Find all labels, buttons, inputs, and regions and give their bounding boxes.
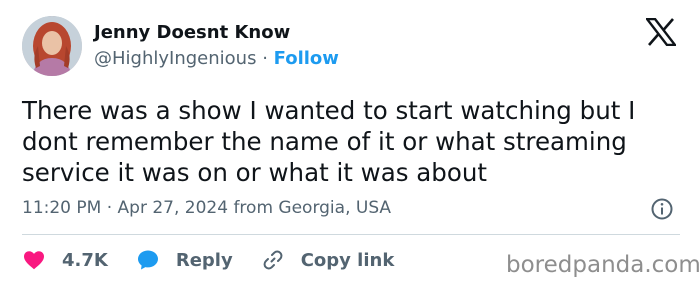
divider <box>22 234 680 235</box>
avatar-image <box>22 16 82 76</box>
avatar[interactable] <box>22 16 82 76</box>
x-logo-icon[interactable] <box>646 18 676 46</box>
action-bar: 4.7K Reply Copy link <box>22 248 422 272</box>
tweet-timestamp[interactable]: 11:20 PM · Apr 27, 2024 from Georgia, US… <box>22 198 391 218</box>
author-handle-row: @HighlyIngenious · Follow <box>94 48 339 69</box>
author-display-name[interactable]: Jenny Doesnt Know <box>94 22 290 43</box>
watermark: boredpanda.com <box>506 252 700 278</box>
copy-link-label: Copy link <box>300 249 395 271</box>
follow-button[interactable]: Follow <box>274 48 339 69</box>
author-handle[interactable]: @HighlyIngenious <box>94 48 256 69</box>
link-icon <box>263 250 283 270</box>
reply-button[interactable]: Reply <box>136 248 233 272</box>
separator-dot: · <box>262 48 268 69</box>
tweet-text: There was a show I wanted to start watch… <box>22 96 636 187</box>
like-count: 4.7K <box>62 249 108 271</box>
info-icon[interactable] <box>651 198 673 220</box>
reply-label: Reply <box>175 249 233 271</box>
like-button[interactable]: 4.7K <box>22 248 108 272</box>
heart-icon <box>24 251 44 270</box>
reply-bubble-icon <box>137 250 158 270</box>
copy-link-button[interactable]: Copy link <box>261 248 395 272</box>
